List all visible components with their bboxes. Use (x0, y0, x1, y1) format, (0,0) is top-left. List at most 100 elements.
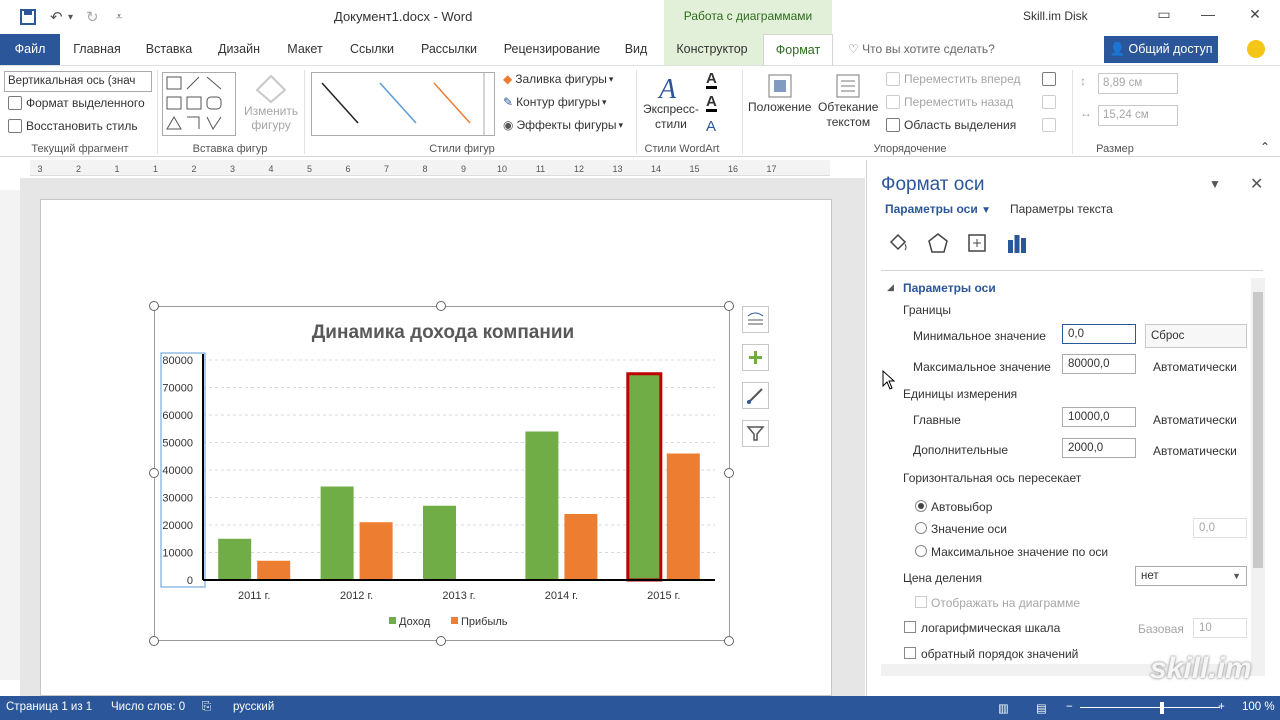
horizontal-ruler[interactable]: 3 2 1 1 2 3 4 5 6 7 8 9 10 11 12 13 14 15 16 17 (30, 160, 830, 176)
bar[interactable] (218, 538, 252, 580)
tab-chart-design[interactable]: Конструктор (668, 34, 756, 65)
redo-icon[interactable]: ↻ (86, 7, 99, 27)
tab-home[interactable]: Главная (66, 34, 128, 65)
bar[interactable] (564, 514, 598, 580)
bar[interactable] (666, 453, 700, 581)
collapse-ribbon-icon[interactable]: ⌃ (1260, 140, 1270, 154)
y-tick-label[interactable]: 30000 (162, 493, 193, 505)
close-icon[interactable]: ✕ (1243, 6, 1267, 26)
y-tick-label[interactable]: 20000 (162, 520, 193, 532)
shape-effects-button[interactable]: ◉ Эффекты фигуры ▾ (503, 118, 623, 132)
minor-auto-button[interactable]: Автоматически (1153, 444, 1237, 458)
shape-outline-button[interactable]: ✎ Контур фигуры ▾ (503, 95, 607, 109)
shapes-gallery[interactable] (162, 72, 236, 136)
axis-value-input[interactable]: 0,0 (1193, 518, 1247, 538)
change-shape-button[interactable]: Изменить фигуру (244, 74, 298, 132)
align-icon[interactable] (1042, 72, 1060, 86)
pane-close-icon[interactable]: ✕ (1250, 174, 1263, 194)
quick-styles-button[interactable]: A Экспресс- стили (643, 72, 699, 132)
radio-max-value-label[interactable]: Максимальное значение по оси (931, 545, 1108, 559)
chart-elements-button[interactable] (742, 344, 769, 371)
customize-qat-icon[interactable]: ⩡ (116, 7, 122, 27)
share-button[interactable]: 👤 Общий доступ (1104, 36, 1218, 63)
resize-handle[interactable] (724, 636, 734, 646)
zoom-in-icon[interactable]: + (1218, 701, 1225, 713)
tab-format[interactable]: Формат (763, 34, 833, 65)
zoom-out-icon[interactable]: − (1066, 701, 1073, 713)
page-count[interactable]: Страница 1 из 1 (6, 701, 92, 713)
tab-design[interactable]: Дизайн (210, 34, 268, 65)
bar[interactable] (359, 522, 393, 580)
ribbon-options-icon[interactable]: ▭ (1152, 6, 1176, 26)
resize-handle[interactable] (436, 301, 446, 311)
log-scale-checkbox[interactable] (904, 621, 916, 633)
x-axis-labels[interactable]: 2011 г. 2012 г. 2013 г. 2014 г. 2015 г. (238, 590, 680, 602)
tab-file[interactable]: Файл (0, 34, 60, 65)
y-tick-label[interactable]: 0 (187, 575, 193, 587)
y-tick-label[interactable]: 40000 (162, 465, 193, 477)
tab-view[interactable]: Вид (616, 34, 656, 65)
rotate-icon[interactable] (1042, 118, 1060, 132)
x-tick-label[interactable]: 2015 г. (647, 590, 680, 602)
legend-swatch[interactable] (451, 617, 458, 624)
x-tick-label[interactable]: 2012 г. (340, 590, 373, 602)
x-tick-label[interactable]: 2011 г. (238, 590, 270, 602)
pane-scroll-thumb[interactable] (1253, 292, 1263, 568)
layout-options-button[interactable] (742, 306, 769, 333)
log-base-input[interactable]: 10 (1193, 618, 1247, 638)
resize-handle[interactable] (436, 636, 446, 646)
restore-icon[interactable] (1196, 6, 1220, 26)
chart-title[interactable]: Динамика дохода компании (312, 322, 574, 343)
bar[interactable] (257, 560, 291, 580)
fill-line-icon[interactable] (887, 232, 909, 254)
undo-icon[interactable]: ↶ (50, 7, 63, 27)
radio-max-value[interactable] (915, 545, 927, 557)
word-count[interactable]: Число слов: 0 (111, 701, 185, 713)
feedback-smiley-icon[interactable] (1247, 40, 1265, 58)
bar[interactable] (626, 372, 663, 582)
legend-entry[interactable]: Доход (399, 616, 431, 628)
tab-layout[interactable]: Макет (278, 34, 332, 65)
zoom-slider[interactable] (1080, 707, 1220, 708)
max-value-input[interactable]: 80000,0 (1062, 354, 1136, 374)
group-objects-icon[interactable] (1042, 95, 1060, 109)
send-backward-button[interactable]: Переместить назад (886, 95, 1013, 109)
pane-options-chevron-icon[interactable]: ▼ (1209, 177, 1221, 191)
major-auto-button[interactable]: Автоматически (1153, 413, 1237, 427)
tab-axis-options[interactable]: Параметры оси ▼ (885, 202, 991, 216)
reverse-order-label[interactable]: обратный порядок значений (921, 647, 1078, 661)
max-auto-button[interactable]: Автоматически (1153, 360, 1237, 374)
resize-handle[interactable] (149, 636, 159, 646)
axis-options-bar-icon[interactable] (1006, 232, 1028, 254)
y-axis-labels[interactable]: 0 10000 20000 30000 40000 50000 60000 70000 8000… (160, 352, 206, 588)
shape-fill-button[interactable]: ◆ Заливка фигуры ▾ (503, 72, 613, 86)
tab-references[interactable]: Ссылки (342, 34, 402, 65)
radio-axis-value[interactable] (915, 522, 927, 534)
chart-bars[interactable] (218, 372, 700, 582)
min-reset-button[interactable]: Сброс (1145, 324, 1247, 348)
save-icon[interactable] (20, 7, 36, 27)
text-outline-button[interactable]: A (706, 94, 717, 112)
tab-insert[interactable]: Вставка (138, 34, 200, 65)
min-value-input[interactable]: 0,0 (1062, 324, 1136, 344)
chart-styles-button[interactable] (742, 382, 769, 409)
size-properties-icon[interactable] (966, 232, 988, 254)
reverse-order-checkbox[interactable] (904, 647, 916, 659)
undo-dropdown-icon[interactable]: ▾ (68, 7, 73, 27)
width-field[interactable]: 15,24 см (1098, 105, 1178, 126)
y-tick-label[interactable]: 50000 (162, 438, 193, 450)
selection-pane-button[interactable]: Область выделения (886, 118, 1016, 132)
print-layout-icon[interactable]: ▤ (1036, 701, 1047, 715)
chart-legend[interactable]: Доход Прибыль (389, 616, 508, 628)
chart-svg[interactable]: Динамика дохода компании 0 10000 20000 3000… (155, 307, 731, 642)
format-selection-button[interactable]: Формат выделенного (8, 96, 145, 110)
y-tick-label[interactable]: 80000 (162, 355, 193, 367)
show-units-checkbox[interactable] (915, 596, 927, 608)
proofing-icon[interactable]: ⎘ (202, 701, 211, 714)
display-units-dropdown[interactable]: нет ▼ (1135, 566, 1247, 586)
bring-forward-button[interactable]: Переместить вперед (886, 72, 1020, 86)
section-axis-options[interactable]: Параметры оси (903, 281, 996, 295)
tab-text-options[interactable]: Параметры текста (1010, 202, 1113, 216)
y-tick-label[interactable]: 10000 (162, 548, 193, 560)
reset-style-button[interactable]: Восстановить стиль (8, 119, 138, 133)
